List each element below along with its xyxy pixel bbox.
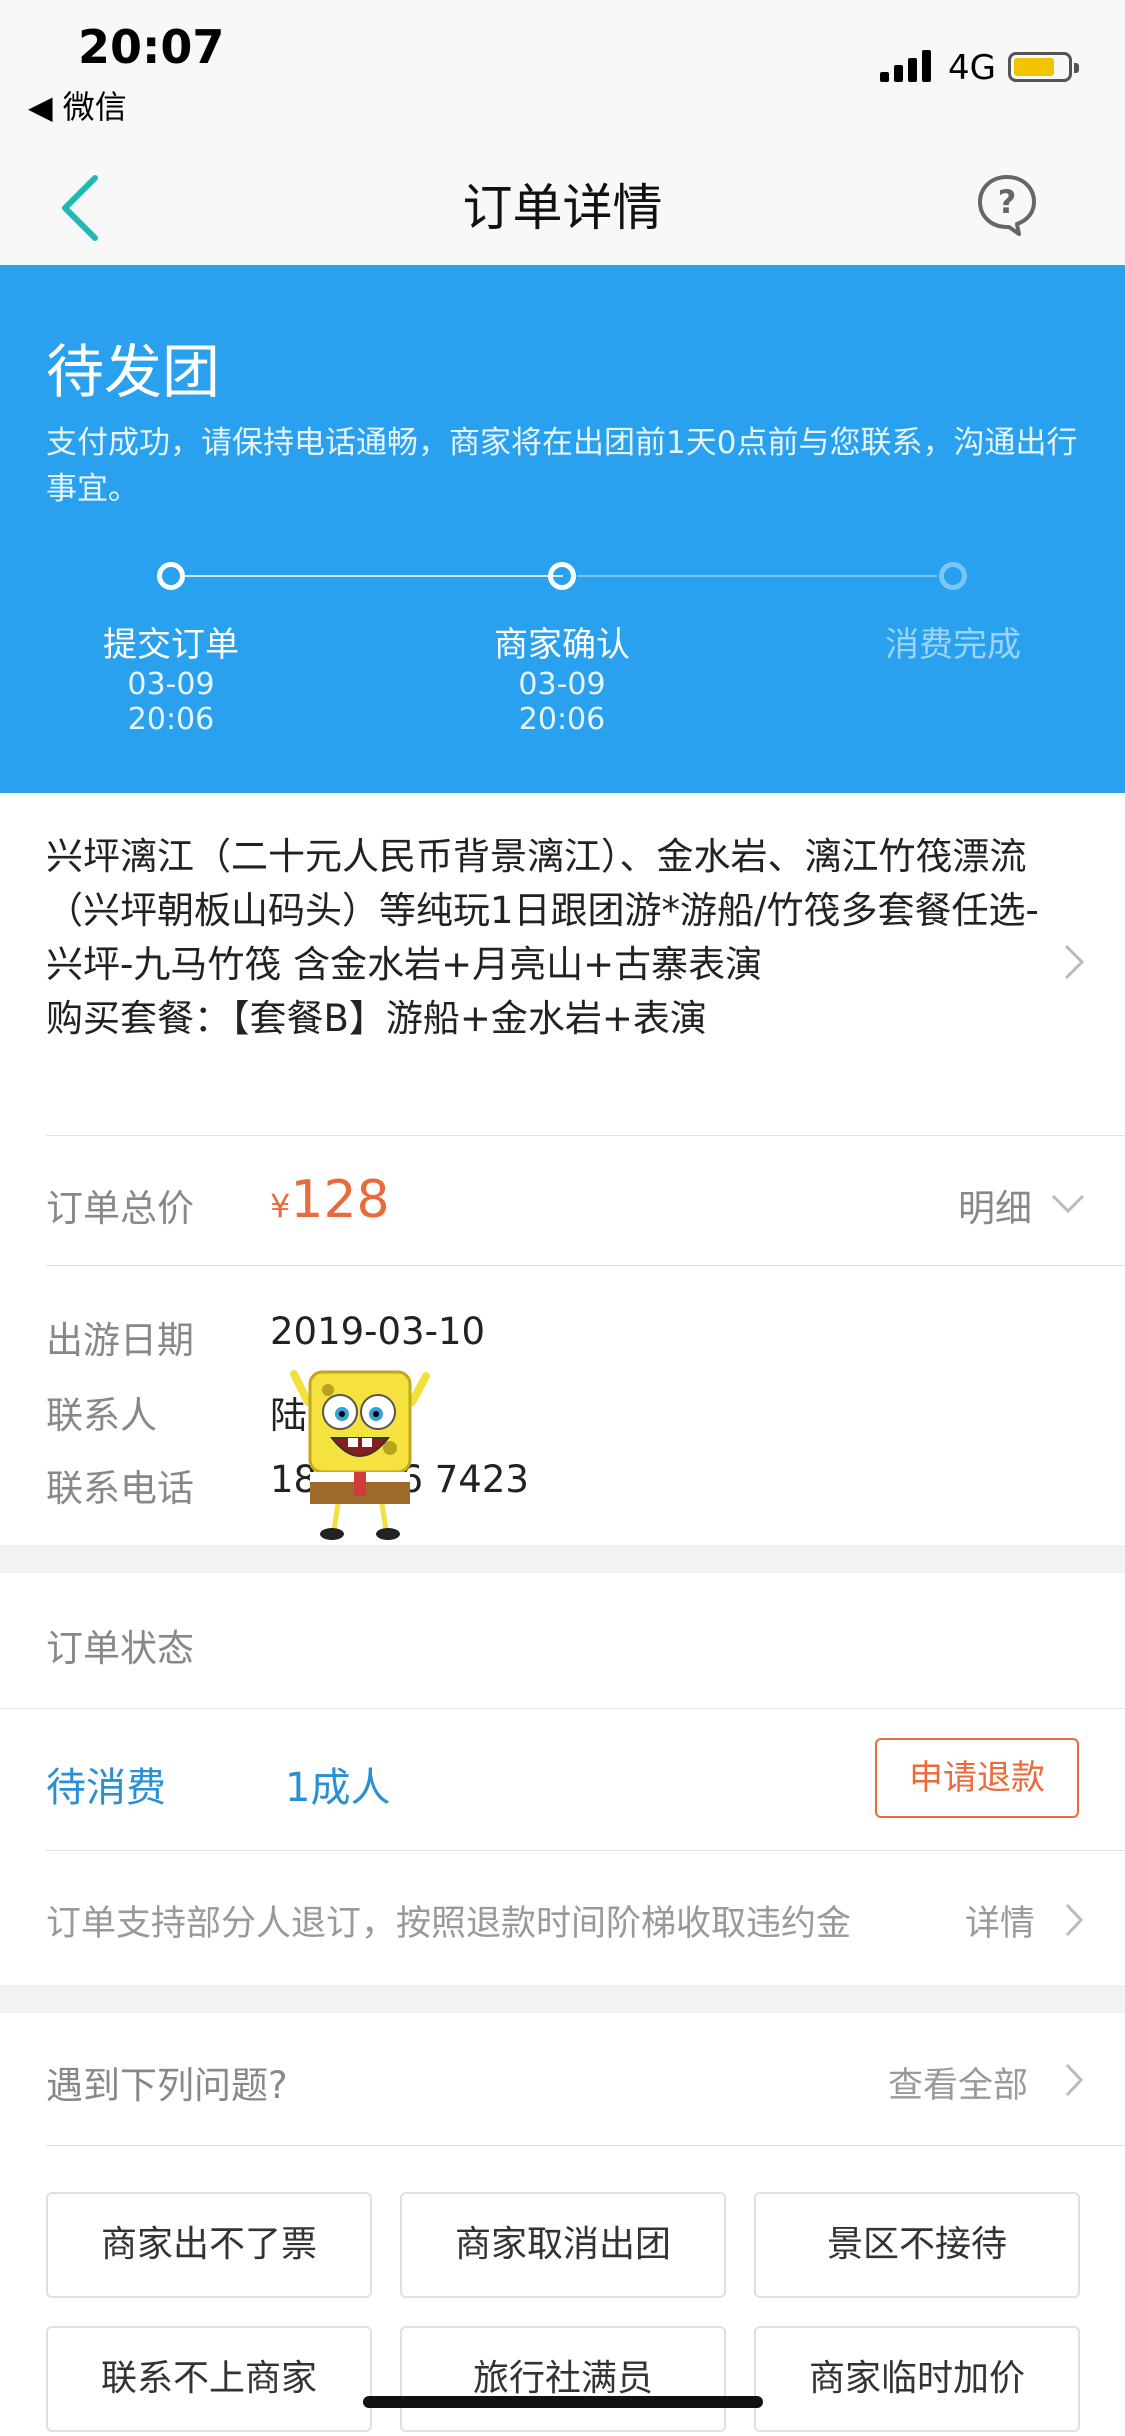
problem-option-button[interactable]: 旅行社满员 xyxy=(400,2326,726,2432)
view-all-link[interactable]: 查看全部 xyxy=(888,2057,1028,2108)
progress-line-2 xyxy=(577,575,937,577)
chevron-right-icon[interactable] xyxy=(1064,2062,1084,2098)
battery-icon xyxy=(1008,52,1079,82)
hero-title: 待发团 xyxy=(46,338,221,406)
step-2-date: 03-09 xyxy=(518,667,606,702)
chevron-down-icon[interactable] xyxy=(1050,1192,1086,1216)
order-status-hero: 待发团 支付成功，请保持电话通畅，商家将在出团前1天0点前与您联系，沟通出行事宜… xyxy=(0,265,1125,793)
step-3-marker xyxy=(939,562,967,590)
divider xyxy=(0,1708,1125,1709)
problem-option-button[interactable]: 商家临时加价 xyxy=(754,2326,1080,2432)
price-label: 订单总价 xyxy=(46,1187,194,1230)
price-amount: 128 xyxy=(290,1170,390,1230)
step-1-marker xyxy=(157,562,185,590)
step-2-time: 20:06 xyxy=(518,702,606,737)
nav-bar: 订单详情 ? xyxy=(0,150,1125,266)
refund-policy-link[interactable]: 详情 xyxy=(965,1895,1035,1946)
traveler-count: 1成人 xyxy=(285,1765,391,1811)
refund-button[interactable]: 申请退款 xyxy=(875,1738,1079,1818)
step-2-label: 商家确认 xyxy=(494,625,630,665)
home-indicator[interactable] xyxy=(363,2396,763,2408)
step-1-label: 提交订单 xyxy=(103,625,239,665)
divider xyxy=(46,2145,1125,2146)
network-type: 4G xyxy=(948,48,996,88)
phone-label: 联系电话 xyxy=(46,1467,194,1510)
status-time: 20:07 xyxy=(78,20,225,74)
currency-symbol: ¥ xyxy=(270,1187,291,1225)
page-title: 订单详情 xyxy=(462,179,663,237)
travel-date-value: 2019-03-10 xyxy=(270,1310,486,1353)
product-card[interactable]: 兴坪漓江（二十元人民币背景漓江）、金水岩、漓江竹筏漂流（兴坪朝板山码头）等纯玩1… xyxy=(46,830,1056,1046)
contact-label: 联系人 xyxy=(46,1394,157,1437)
divider xyxy=(46,1265,1125,1266)
product-name: 兴坪漓江（二十元人民币背景漓江）、金水岩、漓江竹筏漂流（兴坪朝板山码头）等纯玩1… xyxy=(46,835,1039,986)
divider xyxy=(46,1135,1125,1136)
problems-header: 遇到下列问题? xyxy=(46,2064,288,2107)
price-detail-link[interactable]: 明细 xyxy=(958,1178,1032,1232)
svg-text:?: ? xyxy=(998,183,1017,221)
chevron-right-icon xyxy=(1064,944,1085,980)
order-status-header: 订单状态 xyxy=(46,1627,194,1670)
step-1-time: 20:06 xyxy=(127,702,215,737)
price-value: ¥128 xyxy=(270,1170,390,1230)
hero-description: 支付成功，请保持电话通畅，商家将在出团前1天0点前与您联系，沟通出行事宜。 xyxy=(46,425,1078,507)
status-bar: 20:07 ◀ 微信 4G xyxy=(0,0,1125,150)
section-gap xyxy=(0,1545,1125,1573)
progress-line-1 xyxy=(185,575,563,577)
section-gap xyxy=(0,1985,1125,2013)
product-package: 购买套餐：【套餐B】游船+金水岩+表演 xyxy=(46,997,707,1040)
step-2-marker xyxy=(548,562,576,590)
travel-date-label: 出游日期 xyxy=(46,1319,194,1362)
problem-option-button[interactable]: 商家出不了票 xyxy=(46,2192,372,2298)
problem-option-button[interactable]: 联系不上商家 xyxy=(46,2326,372,2432)
divider xyxy=(46,1850,1125,1851)
problem-option-button[interactable]: 商家取消出团 xyxy=(400,2192,726,2298)
step-3-label: 消费完成 xyxy=(885,625,1021,665)
step-1-date: 03-09 xyxy=(127,667,215,702)
consume-status: 待消费 xyxy=(46,1765,166,1811)
signal-icon xyxy=(880,50,931,82)
chevron-right-icon[interactable] xyxy=(1064,1902,1084,1938)
problem-option-button[interactable]: 景区不接待 xyxy=(754,2192,1080,2298)
sticker-image xyxy=(290,1370,430,1540)
back-to-app-link[interactable]: ◀ 微信 xyxy=(28,82,127,128)
question-bubble-icon[interactable]: ? xyxy=(975,172,1039,236)
price-detail-label: 明细 xyxy=(958,1187,1032,1230)
refund-policy-note: 订单支持部分人退订，按照退款时间阶梯收取违约金 xyxy=(46,1904,852,1944)
